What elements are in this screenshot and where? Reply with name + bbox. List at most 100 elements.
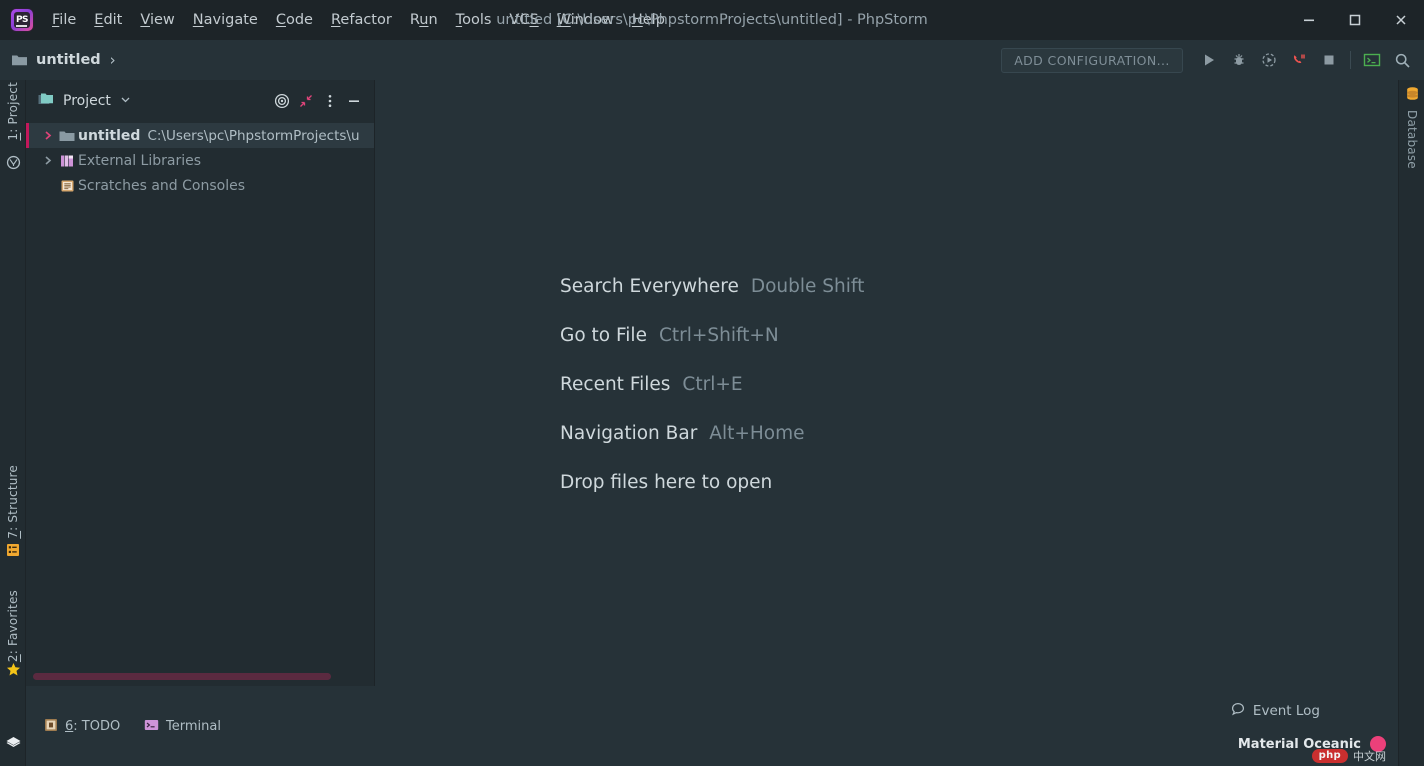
options-menu-icon[interactable] <box>318 89 342 113</box>
toolbar-separator <box>1350 51 1351 69</box>
stop-icon[interactable] <box>1315 46 1343 74</box>
menu-refactor[interactable]: Refactor <box>322 9 401 31</box>
menu-window[interactable]: Window <box>548 9 623 31</box>
hint-label: Drop files here to open <box>560 472 773 493</box>
status-item-todo[interactable]: 6: TODO <box>44 715 120 737</box>
close-icon[interactable] <box>1378 0 1424 40</box>
database-button-label: Database <box>1405 110 1419 169</box>
project-horizontal-scrollbar[interactable] <box>33 673 331 680</box>
status-tool-buttons: 6: TODO Terminal Event Log Material Ocea… <box>26 686 1398 766</box>
scratches-icon <box>56 179 78 193</box>
watermark: php 中文网 <box>1311 748 1386 764</box>
sidebar-item-database[interactable]: Database <box>1399 110 1424 169</box>
debug-icon[interactable] <box>1225 46 1253 74</box>
database-icon <box>1399 86 1424 101</box>
menu-run[interactable]: Run <box>401 9 447 31</box>
maximize-icon[interactable] <box>1332 0 1378 40</box>
favorites-button-label: 2: Favorites <box>6 590 20 663</box>
tree-item-name: untitled <box>78 127 141 144</box>
phpstorm-logo-icon: PS <box>11 9 33 31</box>
project-folder-icon <box>38 92 55 111</box>
breadcrumb-label: untitled <box>36 52 101 68</box>
menu-navigate[interactable]: Navigate <box>184 9 267 31</box>
project-tool-window: Project untitled C:\Users\pc\PhpstormPro… <box>26 80 375 686</box>
sidebar-item-favorites[interactable]: 2: Favorites <box>0 590 26 662</box>
collapse-all-icon[interactable] <box>294 89 318 113</box>
menu-tools[interactable]: Tools <box>447 9 501 31</box>
menu-vcs[interactable]: VCS <box>500 9 547 31</box>
hint-recent-files: Recent Files Ctrl+E <box>560 360 864 409</box>
terminal-label: Terminal <box>166 718 221 734</box>
status-item-event-log[interactable]: Event Log <box>1231 702 1320 720</box>
sidebar-item-structure[interactable]: 7: Structure <box>0 465 26 539</box>
structure-icon <box>0 543 26 557</box>
event-log-label: Event Log <box>1252 703 1320 719</box>
navigation-toolbar: untitled › ADD CONFIGURATION... <box>0 40 1424 80</box>
hint-label: Recent Files <box>560 374 671 395</box>
tree-item-path: C:\Users\pc\PhpstormProjects\u <box>147 127 360 144</box>
hide-panel-icon[interactable] <box>342 89 366 113</box>
search-icon[interactable] <box>1388 46 1416 74</box>
watermark-badge: php <box>1311 749 1348 763</box>
folder-icon <box>56 129 78 143</box>
event-log-icon <box>1231 702 1245 720</box>
left-tool-strip: 1: Project 7: Structure 2: Favorites <box>0 80 26 766</box>
hint-shortcut: Double Shift <box>750 276 865 297</box>
chevron-down-icon[interactable] <box>120 94 131 108</box>
menu-code[interactable]: Code <box>267 9 322 31</box>
project-tree: untitled C:\Users\pc\PhpstormProjects\u … <box>26 122 374 198</box>
hint-drop-files: Drop files here to open <box>560 458 864 507</box>
add-configuration-button[interactable]: ADD CONFIGURATION... <box>1001 47 1183 73</box>
run-with-coverage-icon[interactable] <box>1255 46 1283 74</box>
hint-label: Search Everywhere <box>560 276 739 297</box>
todo-icon <box>44 717 58 736</box>
hint-label: Navigation Bar <box>560 423 698 444</box>
library-icon <box>56 154 78 168</box>
hint-label: Go to File <box>560 325 647 346</box>
hint-navigation-bar: Navigation Bar Alt+Home <box>560 409 864 458</box>
terminal-icon <box>144 717 159 736</box>
tree-row[interactable]: External Libraries <box>26 148 374 173</box>
status-item-terminal[interactable]: Terminal <box>144 715 221 737</box>
editor-empty-hints: Search Everywhere Double Shift Go to Fil… <box>560 262 864 507</box>
minimize-icon[interactable] <box>1286 0 1332 40</box>
structure-button-label: 7: Structure <box>6 465 20 539</box>
hint-go-to-file: Go to File Ctrl+Shift+N <box>560 311 864 360</box>
select-opened-file-icon[interactable] <box>270 89 294 113</box>
tree-item-name: Scratches and Consoles <box>78 177 245 194</box>
expand-arrow-icon[interactable] <box>40 130 56 141</box>
title-bar: PS File Edit View Navigate Code Refactor… <box>0 0 1424 40</box>
todo-label: 6: TODO <box>65 718 121 734</box>
project-icon <box>0 155 26 170</box>
attach-debugger-icon[interactable] <box>1285 46 1313 74</box>
window-controls <box>1286 0 1424 40</box>
right-tool-strip: Database <box>1398 80 1424 766</box>
sidebar-item-project[interactable]: 1: Project <box>0 82 26 141</box>
hint-shortcut: Ctrl+Shift+N <box>658 325 779 346</box>
watermark-text: 中文网 <box>1353 750 1386 763</box>
menu-view[interactable]: View <box>131 9 183 31</box>
tree-row[interactable]: Scratches and Consoles <box>26 173 374 198</box>
project-panel-title: Project <box>63 93 111 109</box>
tree-item-name: External Libraries <box>78 152 201 169</box>
run-toolbar: ADD CONFIGURATION... <box>1001 40 1416 80</box>
project-panel-header: Project <box>26 80 374 122</box>
menu-edit[interactable]: Edit <box>85 9 131 31</box>
phpstorm-window: PS File Edit View Navigate Code Refactor… <box>0 0 1424 766</box>
logo-underline <box>16 25 27 27</box>
tree-row[interactable]: untitled C:\Users\pc\PhpstormProjects\u <box>26 123 374 148</box>
chevron-right-icon: › <box>109 51 116 69</box>
hint-search-everywhere: Search Everywhere Double Shift <box>560 262 864 311</box>
expand-arrow-icon[interactable] <box>40 155 56 166</box>
layers-icon[interactable] <box>0 735 26 752</box>
star-icon <box>0 662 26 677</box>
menu-help[interactable]: Help <box>623 9 674 31</box>
hint-shortcut: Ctrl+E <box>682 374 743 395</box>
terminal-icon[interactable] <box>1358 46 1386 74</box>
hint-shortcut: Alt+Home <box>709 423 805 444</box>
run-icon[interactable] <box>1195 46 1223 74</box>
breadcrumb[interactable]: untitled › <box>11 51 116 69</box>
menu-file[interactable]: File <box>43 9 85 31</box>
project-button-label: 1: Project <box>6 82 20 141</box>
menu-bar: File Edit View Navigate Code Refactor Ru… <box>43 0 674 40</box>
